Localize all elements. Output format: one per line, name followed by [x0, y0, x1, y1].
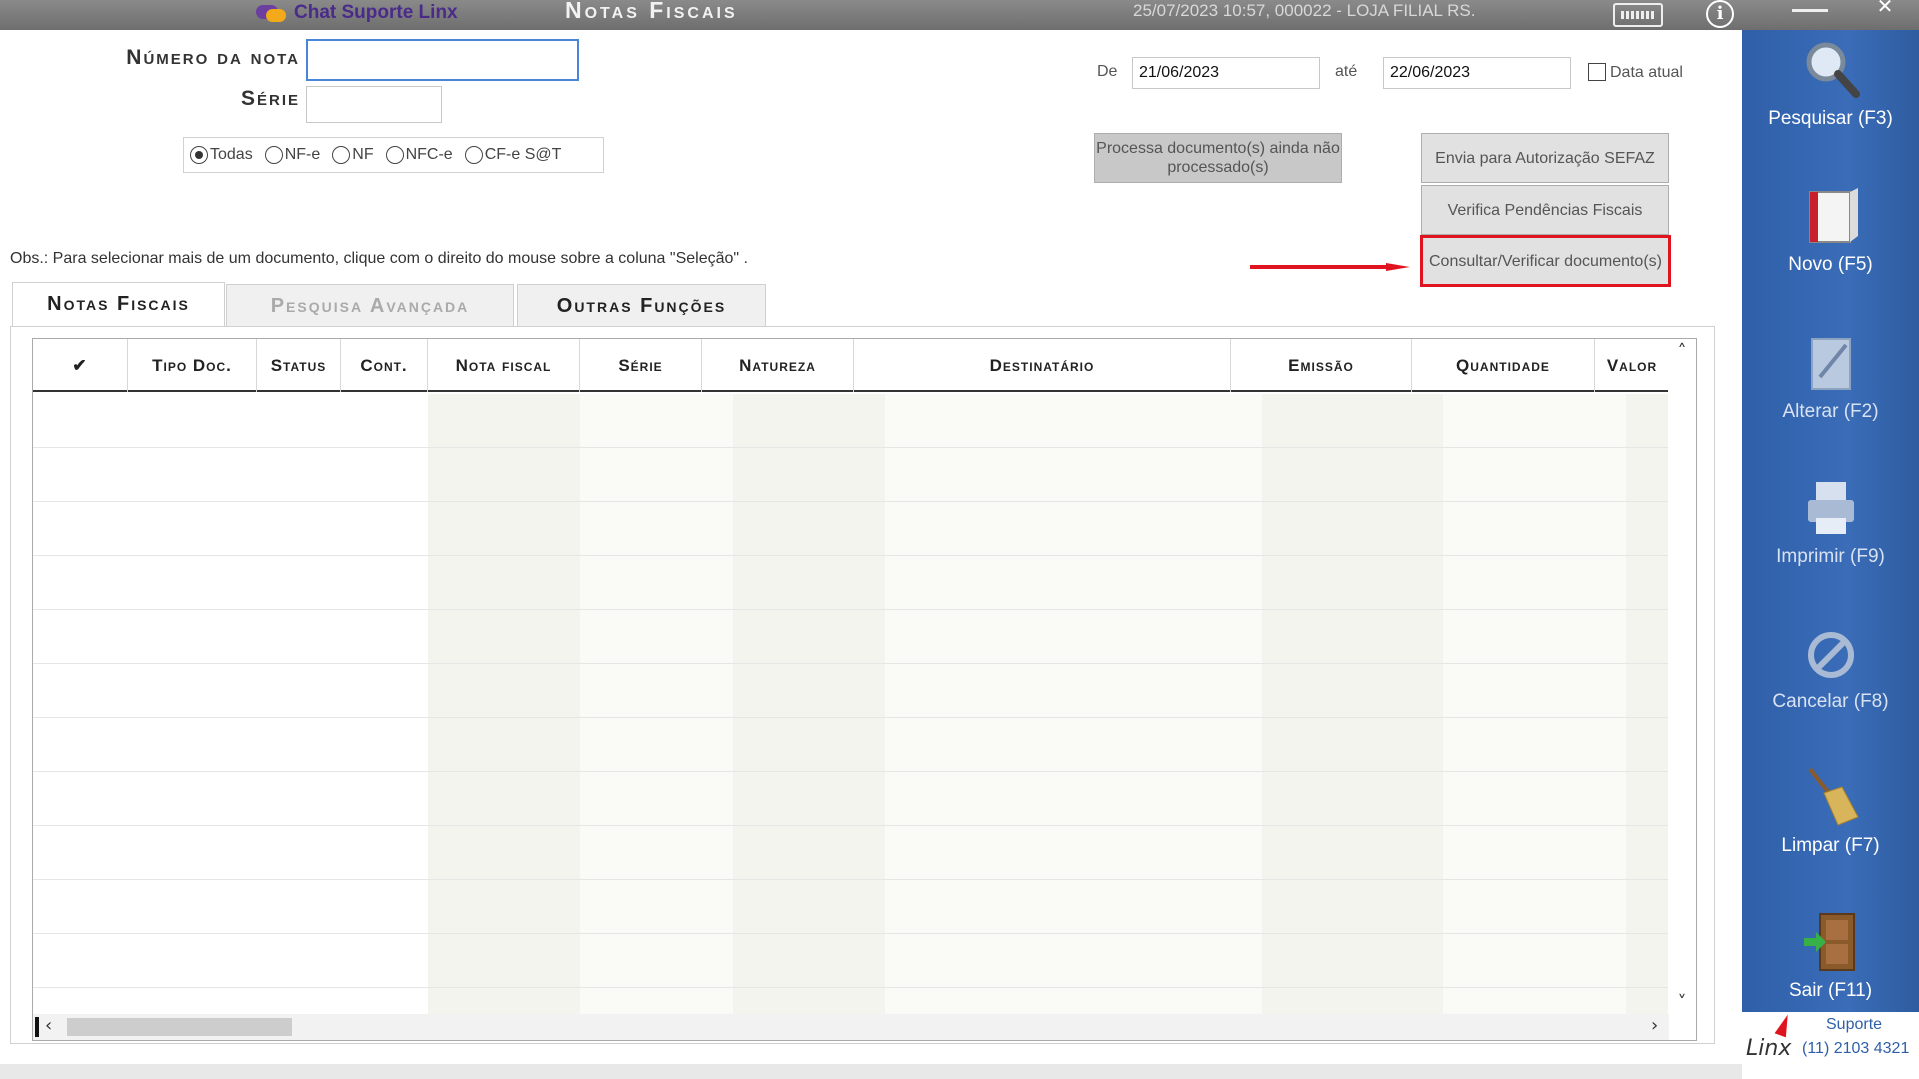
support-phone: (11) 2103 4321 [1802, 1040, 1910, 1057]
scroll-down-icon[interactable]: ˅ [1668, 992, 1696, 1013]
date-to-input[interactable] [1383, 57, 1571, 89]
envia-sefaz-button[interactable]: Envia para Autorização SEFAZ [1421, 133, 1669, 183]
tab-notas-fiscais[interactable]: Notas Fiscais [12, 282, 225, 326]
sidebar-item-alterar[interactable]: Alterar (F2) [1742, 325, 1919, 445]
selection-hint: Obs.: Para selecionar mais de um documen… [10, 250, 748, 267]
consultar-verificar-button[interactable]: Consultar/Verificar documento(s) [1420, 235, 1671, 287]
radio-dot [190, 146, 208, 164]
column-header-status[interactable]: Status [257, 339, 341, 392]
radio-nf[interactable]: NF [332, 146, 374, 164]
column-header-emissao[interactable]: Emissão [1231, 339, 1412, 392]
linx-logo-icon [1774, 1012, 1794, 1038]
data-atual-label: Data atual [1610, 64, 1683, 81]
sidebar-item-label: Pesquisar (F3) [1768, 108, 1893, 129]
sidebar-item-sair[interactable]: Sair (F11) [1742, 904, 1919, 1024]
radio-dot [264, 146, 283, 164]
grid-header: ✔ Tipo Doc. Status Cont. Nota fiscal Sér… [33, 339, 1669, 392]
info-icon[interactable]: i [1706, 0, 1734, 28]
broom-icon [1808, 767, 1859, 826]
chat-support-label: Chat Suporte Linx [294, 2, 458, 23]
title-bar: Chat Suporte Linx Notas Fiscais 25/07/20… [0, 0, 1919, 30]
sidebar-item-label: Cancelar (F8) [1772, 691, 1889, 712]
serie-label: Série [240, 87, 300, 110]
minimize-button[interactable] [1792, 0, 1828, 12]
close-button[interactable]: ✕ [1860, 0, 1910, 18]
cancel-icon [1808, 632, 1854, 678]
radio-dot [385, 146, 404, 164]
ate-label: até [1335, 63, 1358, 80]
radio-cfe-sat[interactable]: CF-e S@T [464, 146, 561, 164]
de-label: De [1097, 63, 1118, 80]
data-atual-checkbox[interactable] [1588, 63, 1606, 81]
column-header-tipo-doc[interactable]: Tipo Doc. [128, 339, 257, 392]
sidebar-item-label: Novo (F5) [1788, 254, 1873, 275]
sidebar-item-pesquisar[interactable]: Pesquisar (F3) [1742, 32, 1919, 152]
magnifier-icon [1806, 42, 1860, 98]
column-header-cont[interactable]: Cont. [341, 339, 428, 392]
column-header-valor[interactable]: Valor [1595, 339, 1669, 392]
tab-pesquisa-avancada[interactable]: Pesquisa Avançada [226, 284, 514, 327]
numero-da-nota-input[interactable] [306, 39, 579, 81]
session-status: 25/07/2023 10:57, 000022 - LOJA FILIAL R… [1133, 1, 1476, 20]
numero-da-nota-label: Número da nota [126, 46, 300, 69]
window-title: Notas Fiscais [565, 0, 738, 23]
support-panel: Linx Suporte (11) 2103 4321 [1742, 1012, 1919, 1079]
column-header-destinatario[interactable]: Destinatário [854, 339, 1231, 392]
scroll-thumb[interactable] [67, 1018, 292, 1036]
serie-input[interactable] [306, 86, 442, 123]
sidebar-item-label: Limpar (F7) [1781, 835, 1880, 856]
app-window: Chat Suporte Linx Notas Fiscais 25/07/20… [0, 0, 1919, 1079]
chat-support-link[interactable]: Chat Suporte Linx [256, 2, 458, 24]
sidebar-item-imprimir[interactable]: Imprimir (F9) [1742, 470, 1919, 590]
chat-bubble-icon [256, 3, 286, 23]
sidebar-item-label: Sair (F11) [1788, 980, 1873, 1001]
sidebar-item-label: Alterar (F2) [1782, 401, 1879, 422]
column-header-natureza[interactable]: Natureza [702, 339, 854, 392]
support-title: Suporte [1826, 1016, 1883, 1033]
verifica-pendencias-button[interactable]: Verifica Pendências Fiscais [1421, 185, 1669, 235]
new-document-icon [1809, 188, 1858, 243]
column-header-serie[interactable]: Série [580, 339, 702, 392]
document-type-group: Todas NF-e NF NFC-e CF-e S@T [183, 137, 604, 173]
frozen-column-marker [35, 1017, 39, 1037]
column-header-quantidade[interactable]: Quantidade [1412, 339, 1595, 392]
column-header-nota-fiscal[interactable]: Nota fiscal [428, 339, 580, 392]
action-sidebar: Pesquisar (F3) Novo (F5) Alterar (F2) Im… [1742, 30, 1919, 1079]
status-strip [0, 1064, 1742, 1079]
horizontal-scrollbar[interactable]: ‹ › [33, 1014, 1669, 1040]
keyboard-icon[interactable] [1613, 3, 1663, 27]
vertical-scrollbar[interactable]: ˄ ˅ [1668, 339, 1696, 1015]
sidebar-item-cancelar[interactable]: Cancelar (F8) [1742, 615, 1919, 735]
radio-todas[interactable]: Todas [190, 146, 253, 164]
edit-document-icon [1811, 338, 1851, 390]
scroll-right-icon[interactable]: › [1651, 1015, 1658, 1036]
scroll-left-icon[interactable]: ‹ [45, 1015, 52, 1036]
sidebar-item-novo[interactable]: Novo (F5) [1742, 178, 1919, 298]
red-arrow-annotation [1250, 263, 1410, 271]
processa-documentos-button[interactable]: Processa documento(s) ainda não processa… [1094, 133, 1342, 183]
printer-icon [1808, 482, 1854, 534]
sidebar-item-label: Imprimir (F9) [1776, 546, 1885, 567]
notas-fiscais-grid[interactable]: ✔ Tipo Doc. Status Cont. Nota fiscal Sér… [32, 338, 1697, 1041]
exit-door-icon [1804, 913, 1855, 971]
scroll-up-icon[interactable]: ˄ [1668, 341, 1696, 362]
sidebar-item-limpar[interactable]: Limpar (F7) [1742, 759, 1919, 879]
column-header-selecao[interactable]: ✔ [33, 339, 128, 392]
radio-dot [464, 146, 483, 164]
radio-nfe[interactable]: NF-e [264, 146, 320, 164]
radio-dot [332, 146, 351, 164]
tab-outras-funcoes[interactable]: Outras Funções [517, 284, 766, 327]
radio-nfce[interactable]: NFC-e [385, 146, 453, 164]
linx-logo-text: Linx [1746, 1036, 1792, 1061]
date-from-input[interactable] [1132, 57, 1320, 89]
